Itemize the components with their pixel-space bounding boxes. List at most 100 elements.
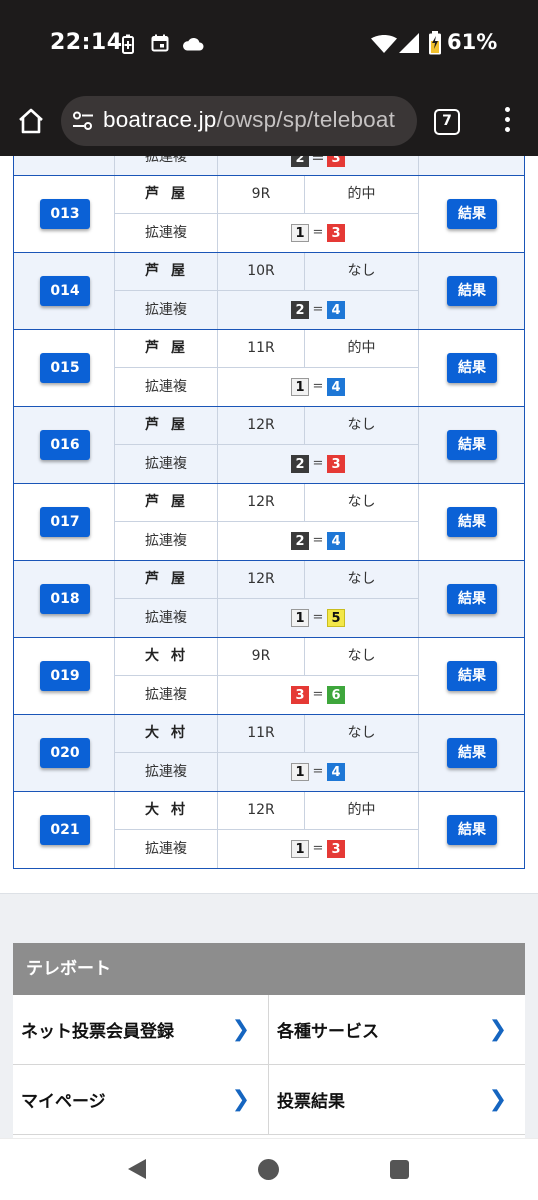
site-settings-icon[interactable] <box>71 110 95 132</box>
bet-number-button[interactable]: 015 <box>40 353 90 383</box>
result-cell: 結果 <box>418 792 524 868</box>
boat-2-badge: 2 <box>291 156 309 167</box>
bet-type: 拡連複 <box>115 599 218 637</box>
hit-status: なし <box>305 407 418 445</box>
battery-percent: 61% <box>447 30 498 54</box>
bet-type: 拡連複 <box>115 830 218 868</box>
combo-cell: 1 = 3 <box>218 214 418 252</box>
result-button[interactable]: 結果 <box>447 430 497 460</box>
result-cell: 結果 <box>418 484 524 560</box>
boat-1-badge: 1 <box>291 840 309 858</box>
bet-number-cell: 015 <box>14 330 115 406</box>
combo-separator: = <box>312 533 324 548</box>
bet-number-button[interactable]: 016 <box>40 430 90 460</box>
bet-type: 拡連複 <box>115 522 218 560</box>
result-button[interactable]: 結果 <box>447 507 497 537</box>
url-path: /owsp/sp/teleboat <box>216 107 396 132</box>
table-row: 018 芦屋 12R なし 拡連複 1 = 5 結果 <box>13 561 525 638</box>
combo-cell: 1 = 4 <box>218 368 418 406</box>
bet-type: 拡連複 <box>115 676 218 714</box>
battery-icon <box>429 31 441 55</box>
combo-separator: = <box>312 841 324 856</box>
bet-number-button[interactable]: 021 <box>40 815 90 845</box>
teleboat-menu-item[interactable]: ネット投票会員登録 ❯ <box>13 995 269 1065</box>
boat-1-badge: 1 <box>291 378 309 396</box>
venue-name: 芦屋 <box>115 330 218 368</box>
table-row: 021 大村 12R 的中 拡連複 1 = 3 結果 <box>13 792 525 869</box>
boat-3-badge: 3 <box>327 840 345 858</box>
race-number: 9R <box>218 638 305 676</box>
more-menu-icon[interactable] <box>500 107 514 137</box>
bet-number-cell: 020 <box>14 715 115 791</box>
url-text[interactable]: boatrace.jp/owsp/sp/teleboat <box>103 107 395 133</box>
venue-name: 大村 <box>115 638 218 676</box>
table-row: 019 大村 9R なし 拡連複 3 = 6 結果 <box>13 638 525 715</box>
chevron-right-icon: ❯ <box>488 1017 507 1042</box>
menu-item-label: ネット投票会員登録 <box>21 1022 174 1042</box>
teleboat-section: テレボート ネット投票会員登録 ❯ 各種サービス ❯ マイページ ❯ 投票結果 ❯ <box>13 943 525 1155</box>
boat-3-badge: 3 <box>327 156 345 167</box>
result-cell: 結果 <box>418 330 524 406</box>
result-button[interactable]: 結果 <box>447 199 497 229</box>
boat-3-badge: 3 <box>291 686 309 704</box>
hit-status: なし <box>305 561 418 599</box>
bet-number-button[interactable]: 013 <box>40 199 90 229</box>
menu-item-label: マイページ <box>21 1092 106 1112</box>
bet-number-button[interactable]: 018 <box>40 584 90 614</box>
combo-separator: = <box>312 610 324 625</box>
boat-2-badge: 2 <box>291 301 309 319</box>
bet-number-cell: 018 <box>14 561 115 637</box>
result-button[interactable]: 結果 <box>447 738 497 768</box>
bet-number-cell: 016 <box>14 407 115 483</box>
boat-4-badge: 4 <box>327 301 345 319</box>
battery-saver-icon <box>122 34 134 54</box>
chevron-right-icon: ❯ <box>231 1087 250 1112</box>
combo-separator: = <box>311 156 325 167</box>
race-number: 11R <box>218 330 305 368</box>
bet-number-cell: 017 <box>14 484 115 560</box>
address-bar[interactable]: boatrace.jp/owsp/sp/teleboat <box>61 96 417 146</box>
race-number: 10R <box>218 253 305 291</box>
back-icon[interactable] <box>128 1159 146 1179</box>
combo-cell: 2 = 4 <box>218 522 418 560</box>
boat-1-badge: 1 <box>291 763 309 781</box>
result-button[interactable]: 結果 <box>447 276 497 306</box>
tab-switcher-button[interactable]: 7 <box>434 109 460 135</box>
bet-type: 拡連複 <box>115 753 218 791</box>
boat-3-badge: 3 <box>327 224 345 242</box>
teleboat-menu-item[interactable]: 各種サービス ❯ <box>269 995 525 1065</box>
table-row: 015 芦屋 11R 的中拡連複 1 = 4 結果 <box>13 330 525 407</box>
hit-status: なし <box>305 253 418 291</box>
teleboat-menu-item[interactable]: 投票結果 ❯ <box>269 1065 525 1135</box>
hit-status: 的中 <box>305 330 418 368</box>
hit-status: なし <box>305 484 418 522</box>
result-button[interactable]: 結果 <box>447 353 497 383</box>
combo-separator: = <box>312 456 324 471</box>
home-icon[interactable] <box>16 106 46 136</box>
system-nav-bar <box>0 1138 538 1200</box>
result-button[interactable]: 結果 <box>447 815 497 845</box>
table-row: 016 芦屋 12R なし 拡連複 2 = 3 結果 <box>13 407 525 484</box>
home-nav-icon[interactable] <box>258 1159 279 1180</box>
teleboat-menu: ネット投票会員登録 ❯ 各種サービス ❯ マイページ ❯ 投票結果 ❯ <box>13 995 525 1155</box>
table-row: 014 芦屋 10R なし 拡連複 2 = 4 結果 <box>13 253 525 330</box>
race-number: 12R <box>218 407 305 445</box>
bet-number-button[interactable]: 014 <box>40 276 90 306</box>
bet-number-button[interactable]: 019 <box>40 661 90 691</box>
race-number: 12R <box>218 561 305 599</box>
bet-type: 拡連複 <box>115 156 218 175</box>
bet-number-button[interactable]: 020 <box>40 738 90 768</box>
result-button[interactable]: 結果 <box>447 661 497 691</box>
teleboat-menu-item[interactable]: マイページ ❯ <box>13 1065 269 1135</box>
boat-4-badge: 4 <box>327 763 345 781</box>
table-row: 013 芦屋 9R 的中 拡連複 1 = 3 結果 <box>13 176 525 253</box>
table-row: 020 大村 11R なし 拡連複 1 = 4 結果 <box>13 715 525 792</box>
recents-icon[interactable] <box>390 1160 409 1179</box>
bet-number-button[interactable]: 017 <box>40 507 90 537</box>
venue-name: 芦屋 <box>115 561 218 599</box>
boat-2-badge: 2 <box>291 532 309 550</box>
result-cell: 結果 <box>418 176 524 252</box>
result-button[interactable]: 結果 <box>447 584 497 614</box>
bet-type: 拡連複 <box>115 368 218 406</box>
combo-separator: = <box>312 687 324 702</box>
